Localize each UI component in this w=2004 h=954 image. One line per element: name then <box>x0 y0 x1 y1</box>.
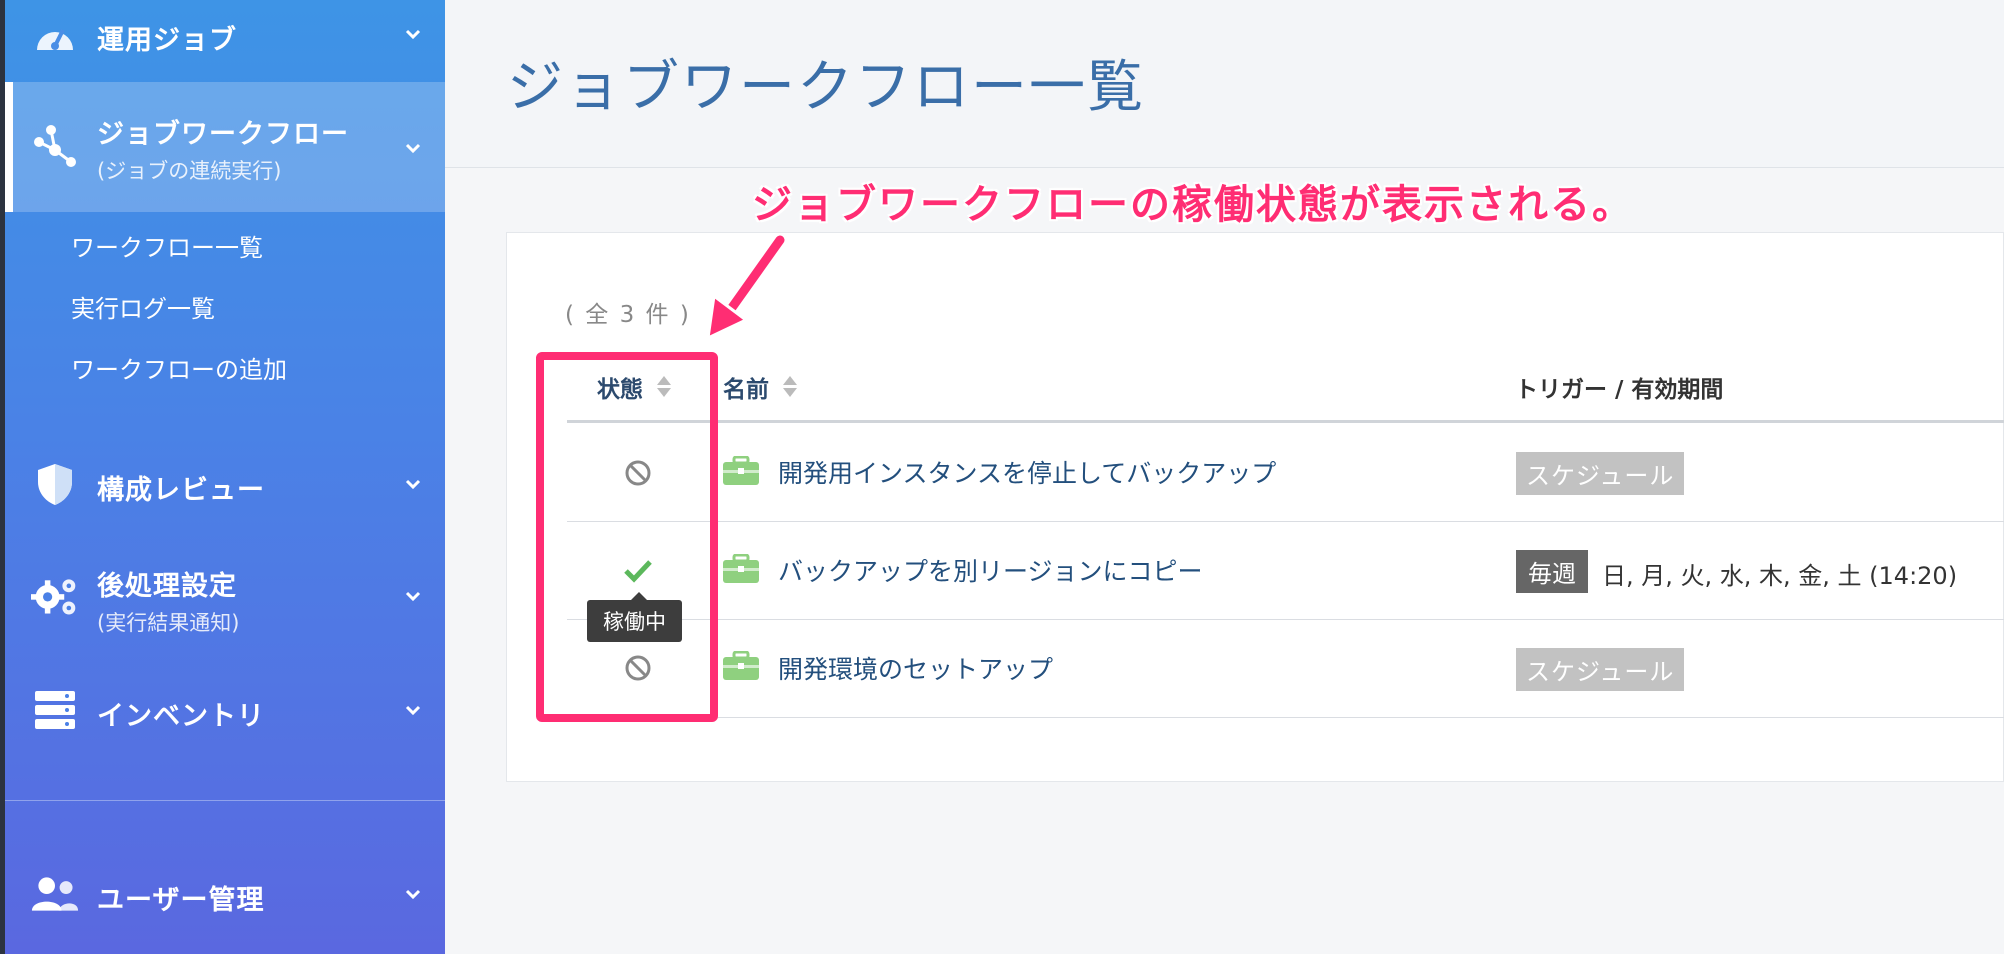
subnav-add-workflow[interactable]: ワークフローの追加 <box>71 350 287 385</box>
workflow-name-link[interactable]: バックアップを別リージョンにコピー <box>778 552 1203 588</box>
annotation-highlight-box <box>536 352 718 722</box>
column-header-name[interactable]: 名前 <box>723 370 797 404</box>
table-header-divider <box>567 420 2004 423</box>
chevron-down-icon <box>405 705 421 716</box>
briefcase-icon <box>723 554 759 583</box>
subnav-execution-log[interactable]: 実行ログ一覧 <box>71 289 215 324</box>
column-header-label: 名前 <box>723 377 769 403</box>
chevron-down-icon <box>405 29 421 40</box>
sort-icon[interactable] <box>783 376 797 398</box>
sidebar: 運用ジョブ ジョブワークフロー (ジョブの連続実行) ワークフロー一覧 実行ログ… <box>0 0 445 954</box>
trigger-badge: 毎週 <box>1516 550 1588 593</box>
nav-config-review[interactable]: 構成レビュー <box>5 446 445 522</box>
trigger-badge: スケジュール <box>1516 452 1685 495</box>
nav-operation-jobs[interactable]: 運用ジョブ <box>5 0 445 80</box>
nav-job-workflow[interactable]: ジョブワークフロー (ジョブの連続実行) <box>5 82 445 212</box>
sidebar-divider <box>5 800 445 801</box>
nav-label: ユーザー管理 <box>97 885 265 916</box>
result-count: ( 全 3 件 ) <box>565 302 691 328</box>
nav-post-processing[interactable]: 後処理設定 (実行結果通知) <box>5 556 445 636</box>
row-divider <box>567 619 2004 620</box>
nav-user-management[interactable]: ユーザー管理 <box>5 856 445 932</box>
chevron-down-icon <box>405 889 421 900</box>
schedule-days: 日, 月, 火, 水, 木, 金, 土 (14:20) <box>1602 562 1958 590</box>
chevron-down-icon <box>405 479 421 490</box>
gears-icon <box>31 572 79 620</box>
chevron-down-icon <box>405 143 421 154</box>
workflow-name-link[interactable]: 開発用インスタンスを停止してバックアップ <box>778 454 1276 490</box>
nav-label: 後処理設定 <box>97 571 237 602</box>
workflow-name-link[interactable]: 開発環境のセットアップ <box>778 650 1053 686</box>
column-header-trigger: トリガー / 有効期間 <box>1515 370 1723 404</box>
column-header-label: トリガー / 有効期間 <box>1515 377 1724 403</box>
nav-inventory[interactable]: インベントリ <box>5 672 445 748</box>
row-divider <box>567 521 2004 522</box>
workflow-icon <box>31 122 79 170</box>
nav-sublabel: (実行結果通知) <box>97 611 240 635</box>
nav-label: 運用ジョブ <box>97 25 237 56</box>
nav-label: ジョブワークフロー <box>97 119 349 150</box>
server-icon <box>31 686 79 734</box>
briefcase-icon <box>723 651 759 680</box>
dashboard-icon <box>31 12 79 60</box>
subnav-workflow-list[interactable]: ワークフロー一覧 <box>71 228 263 263</box>
nav-label: インベントリ <box>97 701 265 732</box>
chevron-down-icon <box>405 591 421 602</box>
briefcase-icon <box>723 456 759 485</box>
nav-label: 構成レビュー <box>97 475 265 506</box>
annotation-text: ジョブワークフローの稼働状態が表示される。 <box>752 182 1634 228</box>
page-title: ジョブワークフロー一覧 <box>507 55 1145 120</box>
nav-sublabel: (ジョブの連続実行) <box>97 159 282 183</box>
users-icon <box>31 870 79 918</box>
page-header: ジョブワークフロー一覧 <box>445 0 2004 168</box>
row-divider <box>567 717 2004 718</box>
shield-icon <box>31 460 79 508</box>
annotation-arrow-icon <box>706 234 787 341</box>
trigger-badge: スケジュール <box>1516 648 1685 691</box>
